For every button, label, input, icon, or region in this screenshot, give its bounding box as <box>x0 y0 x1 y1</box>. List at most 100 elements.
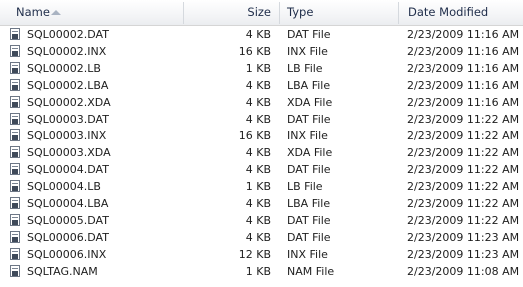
column-header-name-label: Name <box>16 5 50 19</box>
file-name: SQL00004.LB <box>27 180 101 194</box>
file-type: INX File <box>287 44 328 58</box>
file-type: DAT File <box>287 163 331 177</box>
column-header-name[interactable]: Name <box>0 0 183 25</box>
file-type: DAT File <box>287 230 331 244</box>
file-date-modified: 2/23/2009 11:16 AM <box>407 95 520 109</box>
file-row[interactable]: SQL00002.DAT 4 KB DAT File 2/23/2009 11:16 … <box>0 26 523 43</box>
file-size: 4 KB <box>245 163 271 177</box>
file-type: INX File <box>287 129 328 143</box>
file-date-modified: 2/23/2009 11:16 AM <box>407 44 520 58</box>
file-size: 1 KB <box>245 180 271 194</box>
file-name: SQL00003.XDA <box>27 146 111 160</box>
file-type: DAT File <box>287 28 331 41</box>
file-name: SQL00006.INX <box>27 247 107 261</box>
column-header-type-label: Type <box>287 5 314 19</box>
file-row[interactable]: SQL00005.DAT 4 KB DAT File 2/23/2009 11:22 … <box>0 212 523 229</box>
file-size: 4 KB <box>245 112 271 126</box>
file-date-modified: 2/23/2009 11:22 AM <box>407 180 520 194</box>
file-row[interactable]: SQLTAG.NAM 1 KB NAM File 2/23/2009 11:08 AM <box>0 263 523 280</box>
file-size: 4 KB <box>245 78 271 92</box>
file-date-modified: 2/23/2009 11:22 AM <box>407 146 520 160</box>
file-icon <box>10 112 22 126</box>
file-date-modified: 2/23/2009 11:16 AM <box>407 28 520 41</box>
file-icon <box>10 78 22 92</box>
file-row[interactable]: SQL00003.INX 16 KB INX File 2/23/2009 11:22… <box>0 127 523 144</box>
file-name: SQL00002.LBA <box>27 78 109 92</box>
file-name: SQL00004.DAT <box>27 163 109 177</box>
file-row[interactable]: SQL00002.XDA 4 KB XDA File 2/23/2009 11:16 … <box>0 94 523 111</box>
file-size: 1 KB <box>245 264 271 278</box>
file-type: INX File <box>287 247 328 261</box>
file-icon <box>10 264 22 278</box>
file-icon <box>10 146 22 159</box>
file-size: 1 KB <box>245 61 271 75</box>
file-size: 12 KB <box>238 247 271 261</box>
file-date-modified: 2/23/2009 11:08 AM <box>407 264 520 278</box>
column-header-size-label: Size <box>247 5 271 19</box>
file-name: SQL00005.DAT <box>27 213 109 227</box>
file-size: 16 KB <box>238 129 271 143</box>
file-name: SQL00002.LB <box>27 61 101 75</box>
file-date-modified: 2/23/2009 11:23 AM <box>407 230 520 244</box>
file-icon <box>10 61 22 75</box>
column-header-date-label: Date Modified <box>408 5 489 19</box>
file-icon <box>10 95 22 109</box>
file-icon <box>10 129 22 142</box>
column-header-type[interactable]: Type <box>279 0 398 25</box>
file-icon <box>10 180 22 193</box>
file-row[interactable]: SQL00004.LB 1 KB LB File 2/23/2009 11:22 AM <box>0 178 523 195</box>
file-name: SQL00002.DAT <box>27 28 109 41</box>
file-row[interactable]: SQL00003.XDA 4 KB XDA File 2/23/2009 11:22 … <box>0 144 523 161</box>
file-size: 4 KB <box>245 197 271 210</box>
file-row[interactable]: SQL00004.LBA 4 KB LBA File 2/23/2009 11:22 … <box>0 195 523 212</box>
file-date-modified: 2/23/2009 11:22 AM <box>407 213 520 227</box>
file-date-modified: 2/23/2009 11:16 AM <box>407 61 520 75</box>
file-icon <box>10 197 22 210</box>
file-row[interactable]: SQL00002.LBA 4 KB LBA File 2/23/2009 11:16 … <box>0 77 523 94</box>
file-size: 16 KB <box>238 44 271 58</box>
file-type: XDA File <box>287 95 333 109</box>
file-type: LB File <box>287 180 323 194</box>
file-row[interactable]: SQL00006.INX 12 KB INX File 2/23/2009 11:23… <box>0 246 523 263</box>
file-type: LB File <box>287 61 323 75</box>
file-type: LBA File <box>287 197 331 210</box>
file-date-modified: 2/23/2009 11:22 AM <box>407 163 520 177</box>
file-icon <box>10 247 22 261</box>
file-type: XDA File <box>287 146 333 160</box>
file-size: 4 KB <box>245 95 271 109</box>
file-date-modified: 2/23/2009 11:22 AM <box>407 197 520 210</box>
file-icon <box>10 28 22 41</box>
file-size: 4 KB <box>245 28 271 41</box>
file-name: SQL00002.XDA <box>27 95 111 109</box>
file-type: NAM File <box>287 264 335 278</box>
file-row[interactable]: SQL00002.INX 16 KB INX File 2/23/2009 11:16… <box>0 43 523 60</box>
file-date-modified: 2/23/2009 11:22 AM <box>407 129 520 143</box>
file-name: SQL00003.DAT <box>27 112 109 126</box>
file-icon <box>10 230 22 244</box>
file-row[interactable]: SQL00004.DAT 4 KB DAT File 2/23/2009 11:22 … <box>0 161 523 178</box>
column-header-bar: Name Size Type Date Modified <box>0 0 523 26</box>
file-icon <box>10 163 22 176</box>
file-type: DAT File <box>287 213 331 227</box>
file-name: SQL00003.INX <box>27 129 107 143</box>
file-name: SQL00004.LBA <box>27 197 109 210</box>
file-date-modified: 2/23/2009 11:23 AM <box>407 247 520 261</box>
file-name: SQL00002.INX <box>27 44 107 58</box>
file-date-modified: 2/23/2009 11:22 AM <box>407 112 520 126</box>
sort-ascending-arrow-icon <box>51 10 61 15</box>
file-icon <box>10 44 22 58</box>
file-type: LBA File <box>287 78 331 92</box>
file-type: DAT File <box>287 112 331 126</box>
file-row[interactable]: SQL00002.LB 1 KB LB File 2/23/2009 11:16 AM <box>0 60 523 77</box>
column-header-date-modified[interactable]: Date Modified <box>398 0 523 25</box>
file-size: 4 KB <box>245 146 271 160</box>
file-row[interactable]: SQL00006.DAT 4 KB DAT File 2/23/2009 11:23 … <box>0 229 523 246</box>
file-date-modified: 2/23/2009 11:16 AM <box>407 78 520 92</box>
file-icon <box>10 213 22 227</box>
column-header-size[interactable]: Size <box>183 0 279 25</box>
file-size: 4 KB <box>245 230 271 244</box>
file-name: SQLTAG.NAM <box>27 264 98 278</box>
file-name: SQL00006.DAT <box>27 230 109 244</box>
file-row[interactable]: SQL00003.DAT 4 KB DAT File 2/23/2009 11:22 … <box>0 111 523 128</box>
file-size: 4 KB <box>245 213 271 227</box>
